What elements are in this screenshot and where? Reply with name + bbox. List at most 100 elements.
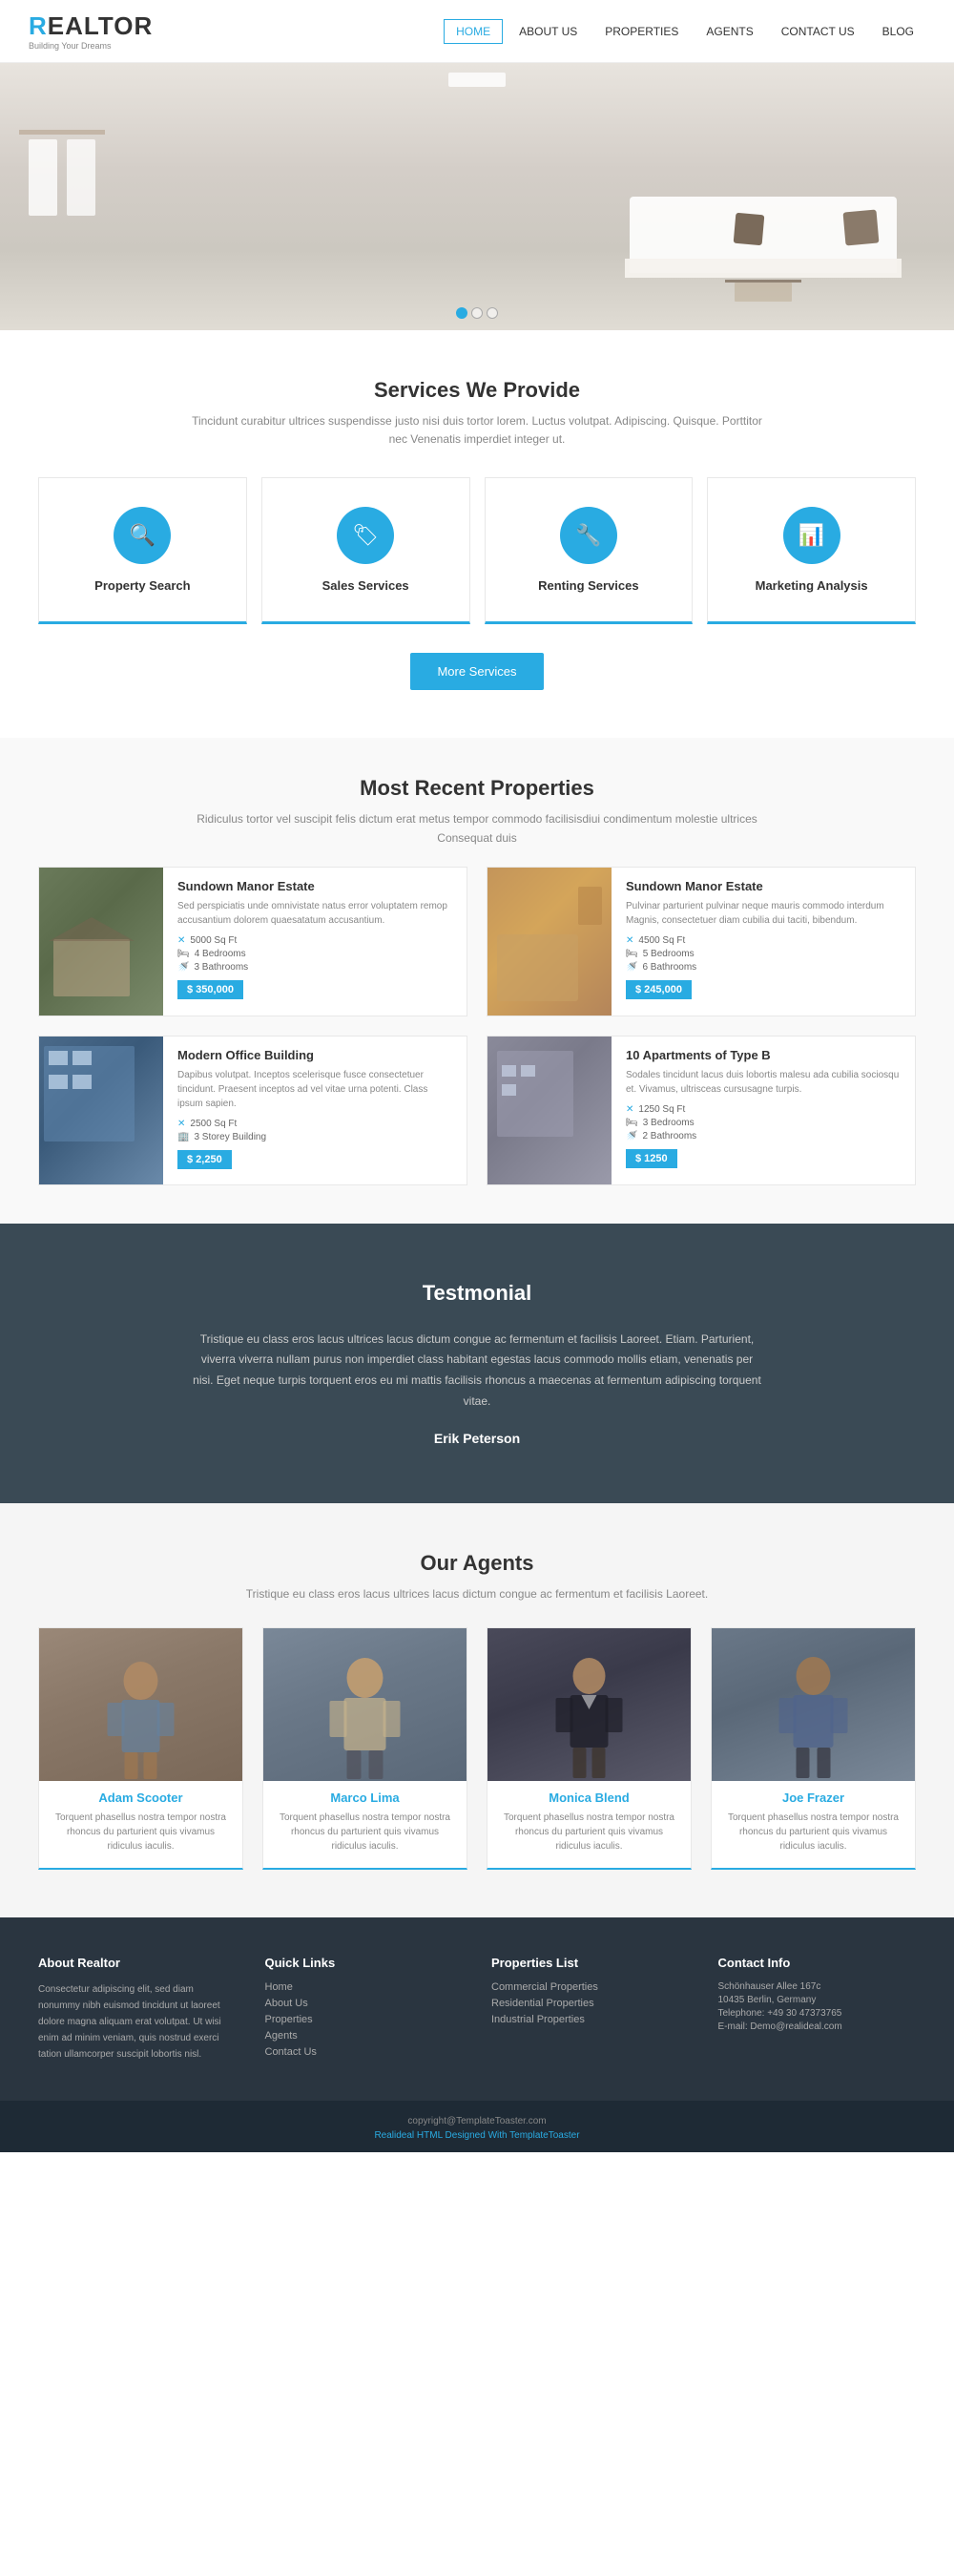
agent-desc-4: Torquent phasellus nostra tempor nostra … — [712, 1811, 915, 1853]
service-card-marketing: 📊 Marketing Analysis — [707, 477, 916, 624]
nav-agents[interactable]: AGENTS — [695, 20, 764, 43]
property-info-3: Modern Office Building Dapibus volutpat.… — [163, 1037, 467, 1184]
footer-copyright: copyright@TemplateToaster.com — [407, 2116, 546, 2126]
agent-name-3: Monica Blend — [497, 1791, 681, 1805]
property-sqft-2: ✕4500 Sq Ft — [626, 935, 901, 946]
footer-links: Quick Links Home About Us Properties Age… — [265, 1956, 464, 2063]
agent-card-3: Monica Blend Torquent phasellus nostra t… — [487, 1627, 692, 1870]
testimonial-title: Testmonial — [76, 1281, 878, 1306]
service-label-search: Property Search — [58, 578, 227, 593]
agent-card-1: Adam Scooter Torquent phasellus nostra t… — [38, 1627, 243, 1870]
footer-link-contact[interactable]: Contact Us — [265, 2046, 464, 2058]
main-nav: HOME ABOUT US PROPERTIES AGENTS CONTACT … — [444, 19, 925, 44]
footer-grid: About Realtor Consectetur adipiscing eli… — [38, 1956, 916, 2063]
agent-name-4: Joe Frazer — [721, 1791, 905, 1805]
footer-prop-commercial[interactable]: Commercial Properties — [491, 1981, 690, 1993]
agent-img-4 — [712, 1628, 915, 1781]
property-baths-1: 🚿3 Bathrooms — [177, 962, 452, 973]
agent-img-1 — [39, 1628, 242, 1781]
renting-icon: 🔧 — [560, 507, 617, 564]
property-sqft-3: ✕2500 Sq Ft — [177, 1119, 452, 1129]
service-card-search: 🔍 Property Search — [38, 477, 247, 624]
agent-name-2: Marco Lima — [273, 1791, 457, 1805]
footer-link-home[interactable]: Home — [265, 1981, 464, 1993]
footer-prop-residential[interactable]: Residential Properties — [491, 1998, 690, 2009]
footer-contact: Contact Info Schönhauser Allee 167c 1043… — [718, 1956, 917, 2063]
property-card-2: Sundown Manor Estate Pulvinar parturient… — [487, 867, 916, 1016]
property-name-4: 10 Apartments of Type B — [626, 1048, 901, 1062]
property-name-3: Modern Office Building — [177, 1048, 452, 1062]
agents-subtitle: Tristique eu class eros lacus ultrices l… — [238, 1585, 716, 1603]
more-services-button[interactable]: More Services — [410, 653, 543, 690]
nav-blog[interactable]: BLOG — [871, 20, 925, 43]
header: REALTOR Building Your Dreams HOME ABOUT … — [0, 0, 954, 63]
property-img-1 — [39, 868, 163, 1016]
service-label-renting: Renting Services — [505, 578, 674, 593]
footer-contact-line1: Schönhauser Allee 167c — [718, 1981, 917, 1992]
footer-links-title: Quick Links — [265, 1956, 464, 1970]
hero-section — [0, 63, 954, 330]
footer-contact-line4: E-mail: Demo@realideal.com — [718, 2021, 917, 2032]
testimonial-author: Erik Peterson — [76, 1431, 878, 1446]
hero-dot-2[interactable] — [471, 307, 483, 319]
footer-link-about[interactable]: About Us — [265, 1998, 464, 2009]
agent-img-2 — [263, 1628, 467, 1781]
property-beds-3: 🏢3 Storey Building — [177, 1132, 452, 1142]
footer-credit[interactable]: Realideal HTML Designed With TemplateToa… — [374, 2130, 579, 2141]
property-price-3: $ 2,250 — [177, 1150, 232, 1169]
property-name-1: Sundown Manor Estate — [177, 879, 452, 893]
search-icon: 🔍 — [114, 507, 171, 564]
agent-desc-3: Torquent phasellus nostra tempor nostra … — [487, 1811, 691, 1853]
agent-img-3 — [487, 1628, 691, 1781]
agents-title: Our Agents — [38, 1551, 916, 1576]
footer-link-properties[interactable]: Properties — [265, 2014, 464, 2025]
footer: About Realtor Consectetur adipiscing eli… — [0, 1917, 954, 2101]
footer-link-agents[interactable]: Agents — [265, 2030, 464, 2042]
property-baths-2: 🚿6 Bathrooms — [626, 962, 901, 973]
services-section: Services We Provide Tincidunt curabitur … — [0, 330, 954, 738]
nav-home[interactable]: HOME — [444, 19, 503, 44]
property-info-4: 10 Apartments of Type B Sodales tincidun… — [612, 1037, 915, 1184]
agent-card-4: Joe Frazer Torquent phasellus nostra tem… — [711, 1627, 916, 1870]
property-info-2: Sundown Manor Estate Pulvinar parturient… — [612, 868, 915, 1016]
footer-about: About Realtor Consectetur adipiscing eli… — [38, 1956, 237, 2063]
hero-dots — [456, 307, 498, 319]
logo-text: REALTOR — [29, 11, 153, 41]
property-desc-3: Dapibus volutpat. Inceptos scelerisque f… — [177, 1068, 452, 1111]
logo-ealtor: EALTOR — [48, 11, 153, 40]
testimonial-section: Testmonial Tristique eu class eros lacus… — [0, 1224, 954, 1503]
services-title: Services We Provide — [38, 378, 916, 403]
agent-desc-1: Torquent phasellus nostra tempor nostra … — [39, 1811, 242, 1853]
footer-about-text: Consectetur adipiscing elit, sed diam no… — [38, 1981, 237, 2063]
nav-properties[interactable]: PROPERTIES — [593, 20, 690, 43]
testimonial-text: Tristique eu class eros lacus ultrices l… — [191, 1330, 763, 1412]
properties-title: Most Recent Properties — [38, 776, 916, 801]
service-label-marketing: Marketing Analysis — [727, 578, 896, 593]
hero-dot-3[interactable] — [487, 307, 498, 319]
nav-about[interactable]: ABOUT US — [508, 20, 589, 43]
property-img-4 — [487, 1037, 612, 1184]
property-desc-4: Sodales tincidunt lacus duis lobortis ma… — [626, 1068, 901, 1097]
property-img-2 — [487, 868, 612, 1016]
property-img-3 — [39, 1037, 163, 1184]
footer-bottom: copyright@TemplateToaster.com Realideal … — [0, 2101, 954, 2152]
property-beds-1: 🛏4 Bedrooms — [177, 949, 452, 959]
agent-name-1: Adam Scooter — [49, 1791, 233, 1805]
property-desc-1: Sed perspiciatis unde omnivistate natus … — [177, 899, 452, 928]
property-name-2: Sundown Manor Estate — [626, 879, 901, 893]
footer-properties-title: Properties List — [491, 1956, 690, 1970]
service-card-sales: 🏷 Sales Services — [261, 477, 470, 624]
agent-desc-2: Torquent phasellus nostra tempor nostra … — [263, 1811, 467, 1853]
property-sqft-4: ✕1250 Sq Ft — [626, 1104, 901, 1115]
sales-icon: 🏷 — [337, 507, 394, 564]
property-card-4: 10 Apartments of Type B Sodales tincidun… — [487, 1036, 916, 1185]
nav-contact[interactable]: CONTACT US — [770, 20, 866, 43]
property-sqft-1: ✕5000 Sq Ft — [177, 935, 452, 946]
hero-bg — [0, 63, 954, 330]
hero-dot-1[interactable] — [456, 307, 467, 319]
agent-card-2: Marco Lima Torquent phasellus nostra tem… — [262, 1627, 467, 1870]
property-price-2: $ 245,000 — [626, 980, 692, 999]
agents-grid: Adam Scooter Torquent phasellus nostra t… — [38, 1627, 916, 1870]
footer-prop-industrial[interactable]: Industrial Properties — [491, 2014, 690, 2025]
services-grid: 🔍 Property Search 🏷 Sales Services 🔧 Ren… — [38, 477, 916, 624]
